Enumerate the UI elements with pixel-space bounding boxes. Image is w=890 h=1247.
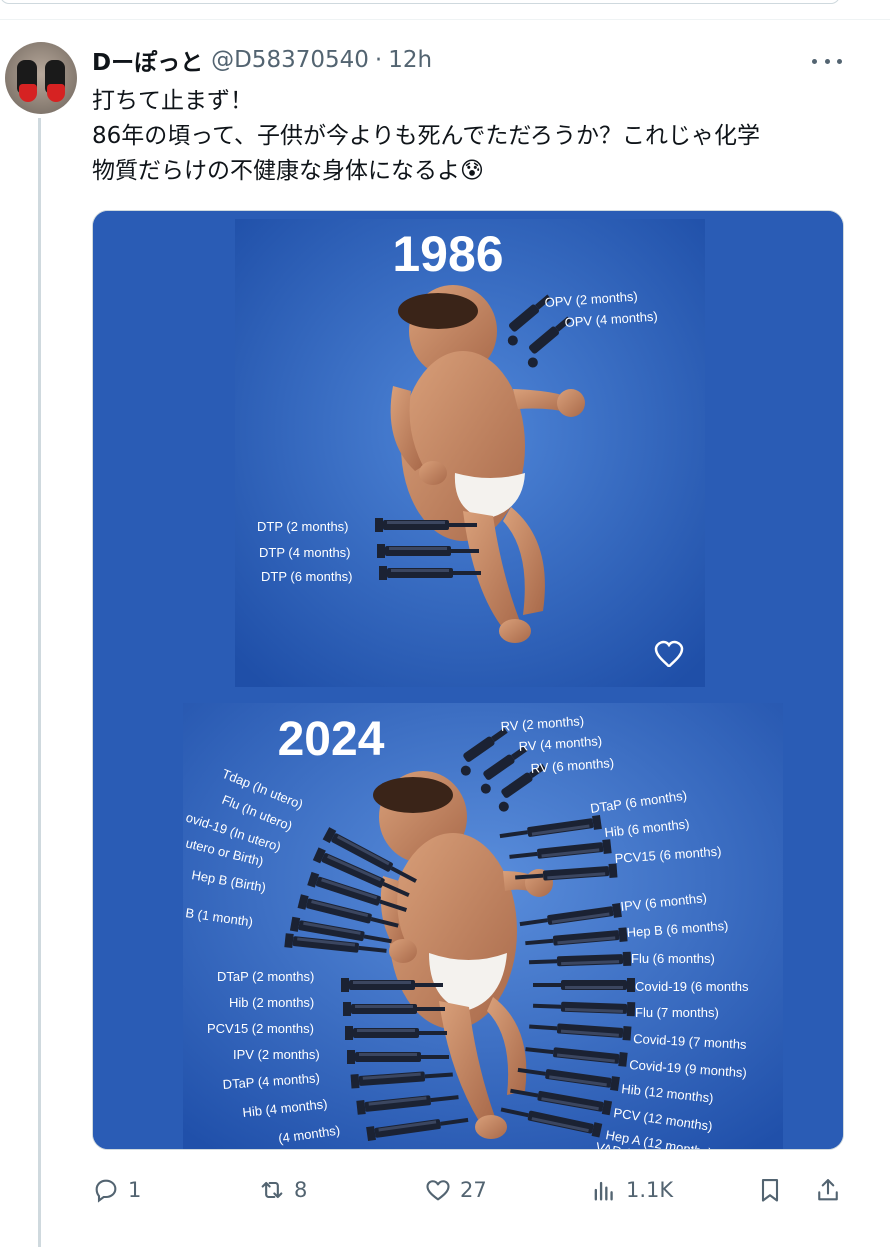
- separator-dot: ·: [374, 47, 383, 73]
- tweet-line-3: 物質だらけの不健康な身体になるよ😰: [92, 158, 484, 184]
- like-button[interactable]: 27: [424, 1170, 487, 1210]
- tweet-line-2: 86年の頃って、子供が今よりも死んでただろうか？これじゃ化学: [92, 123, 760, 149]
- reply-icon: [95, 1179, 117, 1203]
- year-1986: 1986: [392, 226, 503, 282]
- label-left-bottom-1: DTaP (2 months): [217, 969, 314, 984]
- display-name[interactable]: Dーぽっと: [92, 43, 203, 77]
- reply-count: 1: [128, 1178, 142, 1202]
- label-left-bottom-4: IPV (2 months): [233, 1047, 320, 1062]
- label-right-7: Covid-19 (6 months: [635, 979, 749, 994]
- vaccine-comparison-graphic: 1986 OPV (2 months) OPV (4 months) DTP (…: [93, 211, 843, 1149]
- bookmark-icon: [761, 1179, 779, 1202]
- view-count: 1.1K: [626, 1178, 674, 1202]
- search-bar-edge: [0, 0, 840, 4]
- more-icon[interactable]: [812, 52, 842, 70]
- label-left-bottom-3: PCV15 (2 months): [207, 1021, 314, 1036]
- label-dtp-4: DTP (4 months): [259, 545, 351, 560]
- user-handle[interactable]: @D58370540: [211, 47, 369, 73]
- views-icon: [594, 1181, 613, 1201]
- share-icon: [818, 1179, 838, 1201]
- previous-tweet-edge: [0, 0, 890, 20]
- media-image[interactable]: 1986 OPV (2 months) OPV (4 months) DTP (…: [92, 210, 844, 1150]
- label-right-8: Flu (7 months): [635, 1005, 719, 1020]
- tweet-line-1: 打ちて止まず！: [92, 88, 253, 114]
- label-dtp-2: DTP (2 months): [257, 519, 349, 534]
- like-icon: [426, 1180, 450, 1201]
- repost-icon: [261, 1181, 283, 1199]
- views-button[interactable]: 1.1K: [590, 1170, 673, 1210]
- label-right-6: Flu (6 months): [631, 951, 715, 966]
- share-button[interactable]: [814, 1170, 842, 1210]
- avatar[interactable]: [5, 42, 77, 114]
- timestamp[interactable]: 12h: [388, 47, 432, 73]
- bookmark-button[interactable]: [756, 1170, 784, 1210]
- tweet-text: 打ちて止まず！ 86年の頃って、子供が今よりも死んでただろうか？これじゃ化学 物…: [92, 84, 852, 189]
- label-dtp-6: DTP (6 months): [261, 569, 353, 584]
- reply-button[interactable]: 1: [92, 1170, 141, 1210]
- repost-button[interactable]: 8: [258, 1170, 307, 1210]
- thread-connector-line: [38, 118, 41, 1247]
- tweet-header: Dーぽっと @D58370540 · 12h: [92, 43, 432, 77]
- like-count: 27: [460, 1178, 487, 1202]
- label-left-bottom-2: Hib (2 months): [229, 995, 314, 1010]
- tweet-action-bar: 1 8 27 1.1K: [92, 1170, 844, 1210]
- year-2024: 2024: [278, 713, 385, 766]
- repost-count: 8: [294, 1178, 308, 1202]
